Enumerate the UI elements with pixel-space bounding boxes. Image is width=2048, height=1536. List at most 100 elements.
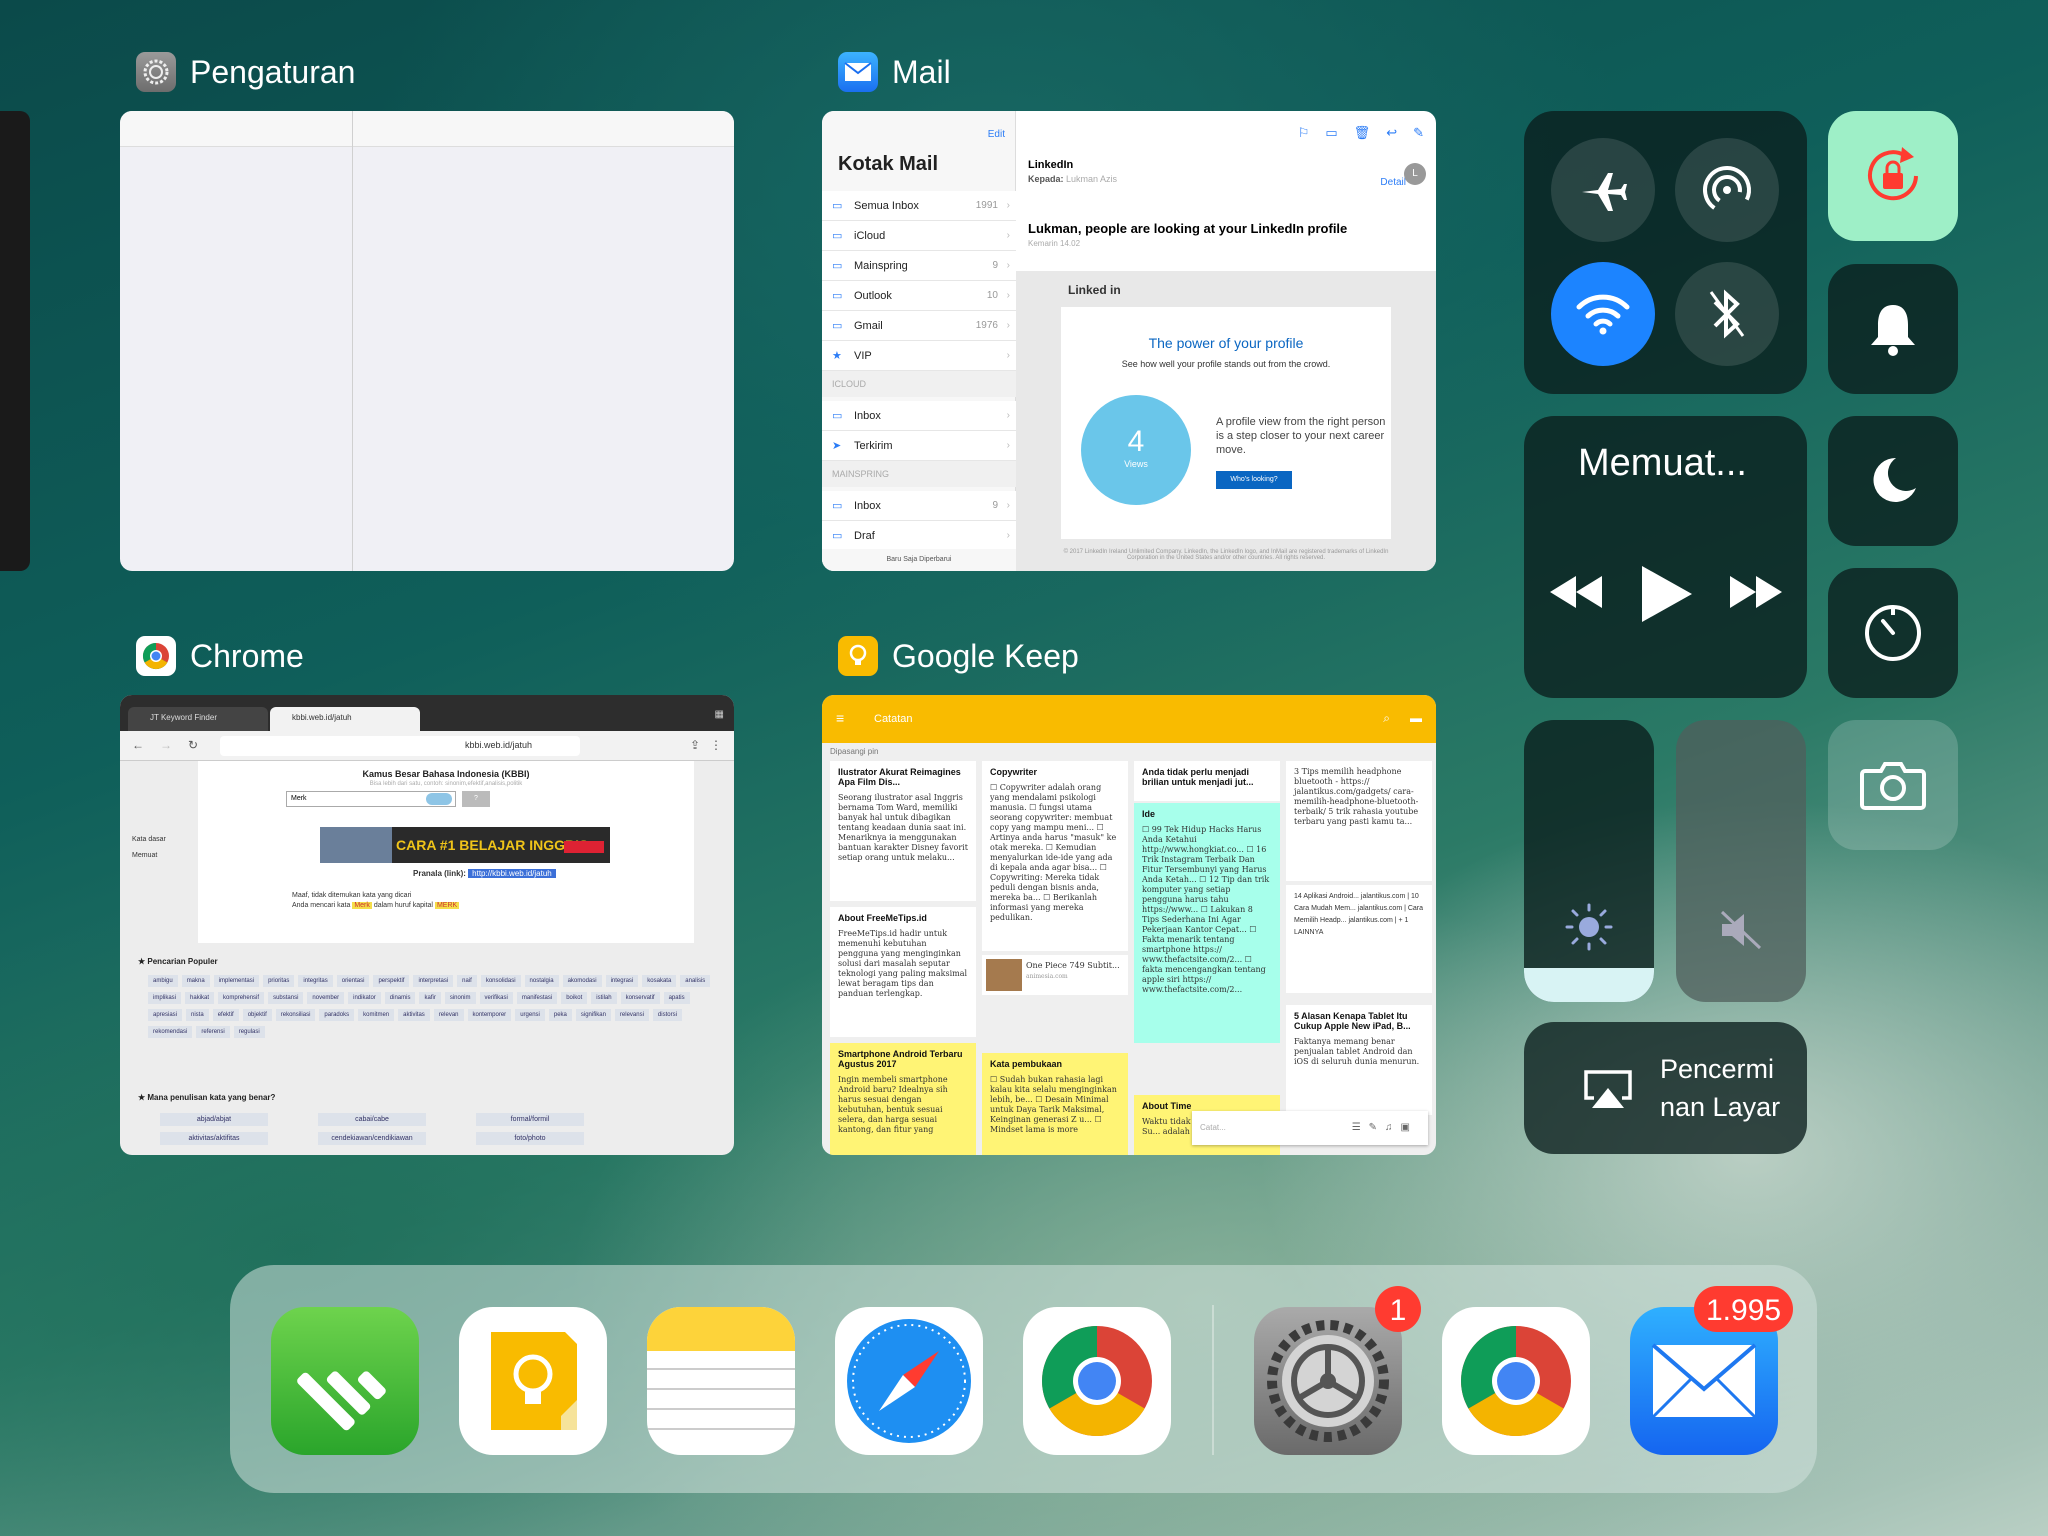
popular-tag-link[interactable]: apatis bbox=[663, 992, 690, 1004]
popular-tag-link[interactable]: boikot bbox=[561, 992, 588, 1004]
side-item-kata-dasar[interactable]: Kata dasar bbox=[132, 832, 166, 848]
take-note-input[interactable]: Catat... ☰✎♫▣ bbox=[1192, 1111, 1428, 1145]
popular-tag-link[interactable]: sinonim bbox=[444, 992, 476, 1004]
chrome-tab-kbbi[interactable]: kbbi.web.id/jatuh bbox=[270, 707, 420, 731]
chrome-tab-keyword-finder[interactable]: JT Keyword Finder bbox=[128, 707, 268, 731]
dock-safari[interactable] bbox=[835, 1307, 983, 1455]
popular-tag-link[interactable]: substansi bbox=[268, 992, 304, 1004]
kbbi-help-button[interactable]: ? bbox=[462, 791, 490, 807]
popular-tag-link[interactable]: aktivitas bbox=[398, 1009, 430, 1021]
dock-google-keep[interactable] bbox=[459, 1307, 607, 1455]
spelling-option-link[interactable]: cendekiawan/cendikiawan bbox=[318, 1132, 426, 1145]
popular-tag-link[interactable]: integritas bbox=[298, 975, 333, 987]
settings-app-card[interactable] bbox=[120, 111, 734, 571]
keep-note[interactable]: Ilustrator Akurat Reimagines Apa Film Di… bbox=[830, 761, 976, 901]
popular-tag-link[interactable]: paradoks bbox=[319, 1009, 355, 1021]
mailbox-row[interactable]: ▭ Inbox 9 › bbox=[822, 491, 1016, 521]
spelling-option-link[interactable]: cabai/cabe bbox=[318, 1113, 426, 1126]
popular-tag-link[interactable]: rekomendasi bbox=[148, 1026, 193, 1038]
bluetooth-toggle[interactable] bbox=[1675, 262, 1779, 366]
keep-note-link[interactable]: One Piece 749 Subtit... animesia.com bbox=[982, 955, 1128, 995]
whos-looking-button[interactable]: Who's looking? bbox=[1216, 471, 1292, 489]
keep-note[interactable]: 5 Alasan Kenapa Tablet Itu Cukup Apple N… bbox=[1286, 1005, 1432, 1115]
chrome-app-card[interactable]: JT Keyword Finder kbbi.web.id/jatuh ▦ ← … bbox=[120, 695, 734, 1155]
tab-switcher-icon[interactable]: ▦ bbox=[715, 709, 724, 720]
share-icon[interactable]: ⇪ bbox=[690, 738, 700, 752]
reply-icon[interactable]: ↩ bbox=[1386, 125, 1397, 141]
popular-tag-link[interactable]: kontemporer bbox=[467, 1009, 512, 1021]
airdrop-toggle[interactable] bbox=[1675, 138, 1779, 242]
mailbox-row[interactable]: ▭ Draf › bbox=[822, 521, 1016, 551]
ad-banner[interactable]: CARA #1 BELAJAR INGGRIS bbox=[320, 827, 610, 863]
popular-tag-link[interactable]: nostalgia bbox=[524, 975, 559, 987]
mailbox-row[interactable]: ★ VIP › bbox=[822, 341, 1016, 371]
popular-tag-link[interactable]: akomodasi bbox=[562, 975, 602, 987]
popular-tag-link[interactable]: peka bbox=[548, 1009, 572, 1021]
brightness-slider[interactable] bbox=[1524, 720, 1654, 1002]
popular-tag-link[interactable]: referensi bbox=[196, 1026, 230, 1038]
popular-tag-link[interactable]: konservatif bbox=[620, 992, 660, 1004]
popular-tag-link[interactable]: prioritas bbox=[263, 975, 295, 987]
side-item-memuat[interactable]: Memuat bbox=[132, 848, 166, 864]
volume-slider[interactable] bbox=[1676, 720, 1806, 1002]
popular-tag-link[interactable]: relevan bbox=[433, 1009, 464, 1021]
airplane-mode-toggle[interactable] bbox=[1551, 138, 1655, 242]
dock-notes[interactable] bbox=[647, 1307, 795, 1455]
keep-note[interactable]: Anda tidak perlu menjadi brilian untuk m… bbox=[1134, 761, 1280, 801]
popular-tag-link[interactable]: relevansi bbox=[614, 1009, 649, 1021]
view-toggle-icon[interactable]: ▬ bbox=[1410, 711, 1422, 725]
do-not-disturb-toggle[interactable] bbox=[1828, 416, 1958, 546]
popular-tag-link[interactable]: verifikasi bbox=[479, 992, 513, 1004]
reload-icon[interactable]: ↻ bbox=[188, 738, 198, 752]
mail-app-card[interactable]: Edit Kotak Mail ▭ Semua Inbox 1991 › ▭ iCloud… bbox=[822, 111, 1436, 571]
trash-icon[interactable]: 🗑 bbox=[1354, 125, 1371, 141]
spelling-option-link[interactable]: formal/formil bbox=[476, 1113, 584, 1126]
dock-feedly[interactable] bbox=[271, 1307, 419, 1455]
url-field[interactable]: kbbi.web.id/jatuh bbox=[220, 736, 580, 756]
ad-button[interactable] bbox=[564, 841, 604, 853]
kbbi-search-button[interactable] bbox=[426, 793, 452, 805]
popular-tag-link[interactable]: naif bbox=[457, 975, 477, 987]
popular-tag-link[interactable]: manifestasi bbox=[516, 992, 558, 1004]
folder-icon[interactable]: ▭ bbox=[1325, 125, 1337, 141]
forward-icon[interactable]: → bbox=[160, 738, 172, 752]
spelling-option-link[interactable]: foto/photo bbox=[476, 1132, 584, 1145]
popular-tag-link[interactable]: makna bbox=[181, 975, 210, 987]
search-icon[interactable]: ⌕ bbox=[1383, 711, 1390, 726]
back-icon[interactable]: ← bbox=[132, 738, 144, 752]
popular-tag-link[interactable]: apresiasi bbox=[148, 1009, 183, 1021]
mailbox-row[interactable]: ➤ Terkirim › bbox=[822, 431, 1016, 461]
mailbox-row[interactable]: ▭ Outlook 10 › bbox=[822, 281, 1016, 311]
note-actions-icons[interactable]: ☰✎♫▣ bbox=[1352, 1122, 1418, 1133]
popular-tag-link[interactable]: regulasi bbox=[233, 1026, 265, 1038]
popular-tag-link[interactable]: interpretasi bbox=[413, 975, 454, 987]
popular-tag-link[interactable]: komprehensif bbox=[218, 992, 265, 1004]
mailbox-section-header[interactable]: ICLOUD bbox=[822, 371, 1016, 397]
flag-icon[interactable]: ⚐ bbox=[1298, 125, 1310, 141]
popular-tag-link[interactable]: orientasi bbox=[336, 975, 370, 987]
compose-icon[interactable]: ✎ bbox=[1413, 125, 1424, 141]
camera-button[interactable] bbox=[1828, 720, 1958, 850]
keep-app-card[interactable]: ≡ Catatan ⌕ ▬ Dipasangi pin Ilustrator A… bbox=[822, 695, 1436, 1155]
popular-tag-link[interactable]: istilah bbox=[591, 992, 617, 1004]
keep-note[interactable]: 3 Tips memilih headphone bluetooth - htt… bbox=[1286, 761, 1432, 881]
silent-mode-toggle[interactable] bbox=[1828, 264, 1958, 394]
popular-tag-link[interactable]: analisis bbox=[680, 975, 711, 987]
keep-note[interactable]: Copywriter ☐ Copywriter adalah orang yang… bbox=[982, 761, 1128, 951]
popular-tag-link[interactable]: november bbox=[307, 992, 345, 1004]
message-detail-link[interactable]: Detail bbox=[1380, 177, 1406, 188]
mailbox-row[interactable]: ▭ Inbox › bbox=[822, 401, 1016, 431]
keep-note[interactable]: Smartphone Android Terbaru Agustus 2017 I… bbox=[830, 1043, 976, 1155]
timer-button[interactable] bbox=[1828, 568, 1958, 698]
popular-tag-link[interactable]: urgensi bbox=[515, 1009, 545, 1021]
play-button[interactable] bbox=[1640, 564, 1694, 629]
popular-tag-link[interactable]: nista bbox=[186, 1009, 209, 1021]
dock-settings[interactable] bbox=[1254, 1307, 1402, 1455]
popular-tag-link[interactable]: distorsi bbox=[652, 1009, 682, 1021]
dock-chrome-2[interactable] bbox=[1442, 1307, 1590, 1455]
rotation-lock-toggle[interactable] bbox=[1828, 111, 1958, 241]
rewind-button[interactable] bbox=[1548, 572, 1604, 617]
popular-tag-link[interactable]: kosakata bbox=[642, 975, 677, 987]
keep-note[interactable]: Ide ☐ 99 Tek Hidup Hacks Harus Anda Ketah… bbox=[1134, 803, 1280, 1043]
popular-tag-link[interactable]: integrasi bbox=[605, 975, 639, 987]
